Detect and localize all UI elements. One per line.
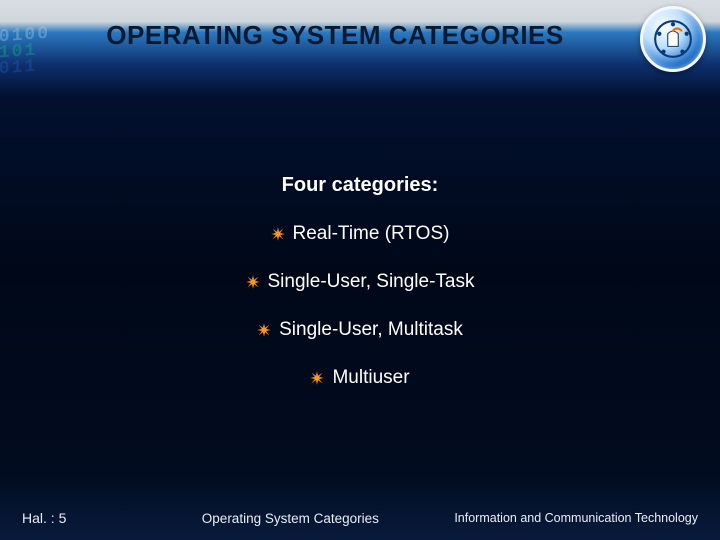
list-item: Multiuser [246, 367, 475, 389]
category-label: Real-Time (RTOS) [293, 223, 450, 245]
ministry-logo [640, 6, 706, 72]
footer-right: Information and Communication Technology [454, 511, 698, 525]
list-item: Real-Time (RTOS) [246, 223, 475, 245]
category-label: Single-User, Single-Task [268, 271, 475, 293]
list-item: Single-User, Single-Task [246, 271, 475, 293]
footer: Hal. : 5 Operating System Categories Inf… [0, 510, 720, 526]
title-bar: OPERATING SYSTEM CATEGORIES [0, 20, 720, 51]
slide-title: OPERATING SYSTEM CATEGORIES [40, 20, 630, 51]
subheading: Four categories: [0, 174, 720, 197]
footer-center: Operating System Categories [66, 511, 454, 526]
category-list: Real-Time (RTOS) Single-User, Single-Tas… [246, 223, 475, 415]
list-item: Single-User, Multitask [246, 319, 475, 341]
starburst-icon [310, 371, 324, 385]
starburst-icon [271, 227, 285, 241]
page-number: Hal. : 5 [22, 510, 66, 526]
starburst-icon [257, 323, 271, 337]
content-area: Four categories: Real-Time (RTOS) Si [0, 174, 720, 415]
category-label: Multiuser [332, 367, 409, 389]
education-seal-icon [652, 18, 694, 60]
category-label: Single-User, Multitask [279, 319, 463, 341]
starburst-icon [246, 275, 260, 289]
